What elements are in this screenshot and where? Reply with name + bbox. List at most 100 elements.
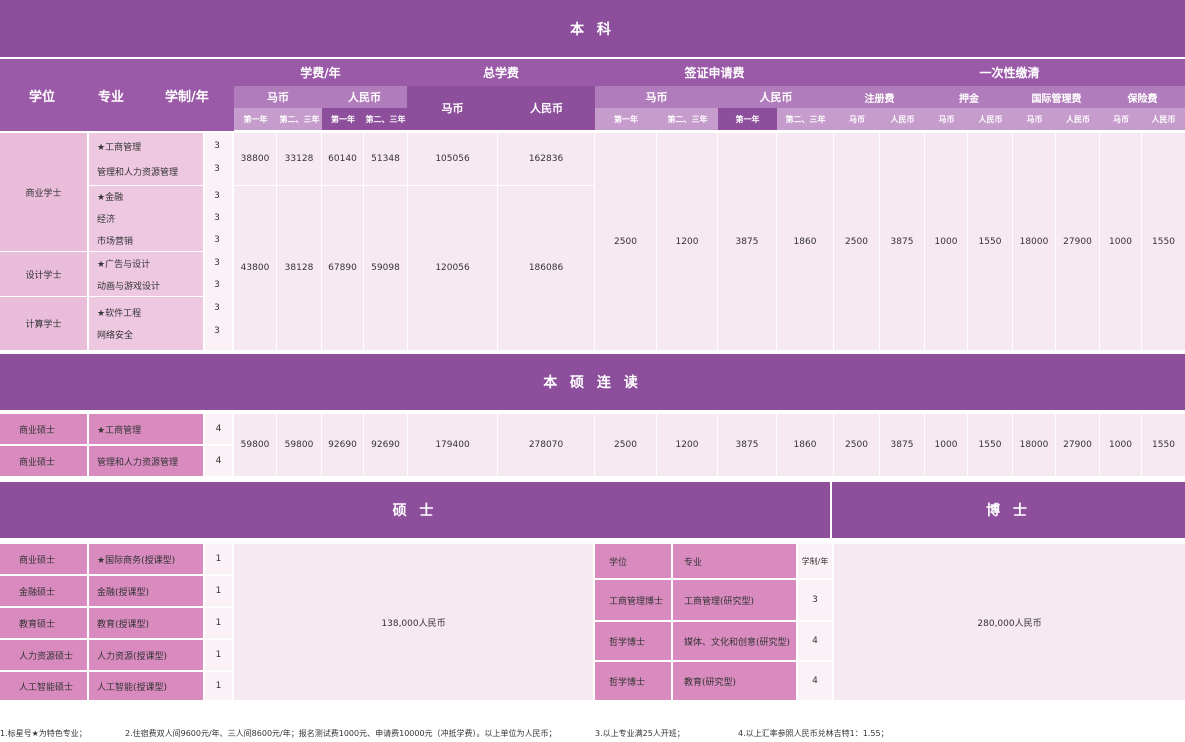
header-deposit: 押金: [925, 86, 1013, 108]
header-tuition: 学费/年: [234, 59, 407, 86]
combined-fee-3: 1860: [777, 414, 833, 476]
undergrad-duration-4: 3: [214, 235, 220, 245]
undergrad-a-myr-y23: 33128: [277, 133, 321, 185]
header-total-rmb: 人民币: [498, 86, 595, 130]
master-major-2: 教育(授课型): [89, 608, 203, 638]
phd-major-1: 媒体、文化和创意(研究型): [673, 622, 796, 660]
header-duration: 学制/年: [165, 89, 209, 105]
combined-major-0: ★工商管理: [89, 414, 203, 444]
master-duration-2: 1: [205, 608, 232, 638]
undergrad-major-4: 市场营销: [97, 236, 134, 247]
undergrad-duration-2: 3: [214, 191, 220, 201]
undergrad-fee-4: 2500: [834, 133, 879, 350]
undergrad-major-6: 动画与游戏设计: [97, 281, 161, 292]
combined-rmb-y1: 92690: [322, 414, 363, 476]
undergrad-degree-0: 商业学士: [0, 133, 87, 251]
phd-duration-0: 3: [798, 580, 832, 620]
undergrad-duration-5: 3: [214, 258, 220, 268]
master-degree-4: 人工智能硕士: [0, 672, 87, 700]
master-major-0: ★国际商务(授课型): [89, 544, 203, 574]
combined-total-rmb: 278070: [498, 414, 594, 476]
combined-fee-10: 1000: [1100, 414, 1141, 476]
undergrad-b-total-myr: 120056: [408, 186, 497, 350]
note-4: 4.以上汇率参照人民币兑林吉特1：1.55；: [738, 729, 889, 738]
combined-fee-7: 1550: [968, 414, 1012, 476]
undergrad-fee-7: 1550: [968, 133, 1012, 350]
combined-fee-2: 3875: [718, 414, 776, 476]
combined-fee-6: 1000: [925, 414, 967, 476]
combined-degree-0: 商业硕士: [0, 414, 87, 444]
header-tuition-rmb-y23: 第二、三年: [364, 108, 407, 130]
header-reg-myr: 马币: [834, 108, 880, 130]
combined-fee-11: 1550: [1142, 414, 1185, 476]
undergrad-a-rmb-y23: 51348: [364, 133, 407, 185]
phd-duration-2: 4: [798, 662, 832, 700]
header-tuition-rmb: 人民币: [322, 86, 407, 108]
undergrad-degree-2: 计算学士: [0, 297, 87, 350]
undergrad-major-1: 管理和人力资源管理: [97, 167, 179, 178]
master-degree-3: 人力资源硕士: [0, 640, 87, 670]
master-major-3: 人力资源(授课型): [89, 640, 203, 670]
undergrad-fee-3: 1860: [777, 133, 833, 350]
header-tuition-myr-y23: 第二、三年: [277, 108, 322, 130]
undergrad-duration-6: 3: [214, 280, 220, 290]
phd-major-2: 教育(研究型): [673, 662, 796, 700]
combined-fee-0: 2500: [595, 414, 656, 476]
phd-degree-2: 哲学博士: [595, 662, 671, 700]
undergrad-b-myr-y23: 38128: [277, 186, 321, 350]
master-duration-1: 1: [205, 576, 232, 606]
undergrad-a-myr-y1: 38800: [234, 133, 276, 185]
combined-duration-0: 4: [205, 414, 232, 444]
phd-col-duration: 学制/年: [798, 544, 832, 578]
note-1: 1.标星号★为特色专业；: [0, 729, 87, 738]
header-visa-rmb-y1: 第一年: [718, 108, 777, 130]
header-admin-myr: 马币: [1013, 108, 1056, 130]
undergrad-a-total-myr: 105056: [408, 133, 497, 185]
combined-fee-1: 1200: [657, 414, 717, 476]
section-title-combined: 本 硕 连 读: [0, 354, 1185, 410]
undergrad-fee-1: 1200: [657, 133, 717, 350]
header-visa-myr: 马币: [595, 86, 718, 108]
undergrad-major-2: ★金融: [97, 192, 124, 203]
undergrad-a-total-rmb: 162836: [498, 133, 594, 185]
header-deposit-rmb: 人民币: [968, 108, 1013, 130]
undergrad-fee-6: 1000: [925, 133, 967, 350]
phd-major-0: 工商管理(研究型): [673, 580, 796, 620]
phd-col-degree: 学位: [595, 544, 671, 578]
undergrad-major-7: ★软件工程: [97, 308, 142, 319]
combined-fee-4: 2500: [834, 414, 879, 476]
header-registration: 注册费: [834, 86, 925, 108]
master-degree-2: 教育硕士: [0, 608, 87, 638]
header-reg-rmb: 人民币: [880, 108, 925, 130]
master-price: 138,000人民币: [234, 544, 593, 700]
undergrad-fee-5: 3875: [880, 133, 924, 350]
master-duration-4: 1: [205, 672, 232, 700]
header-tuition-myr: 马币: [234, 86, 322, 108]
master-major-1: 金融(授课型): [89, 576, 203, 606]
header-deposit-myr: 马币: [925, 108, 968, 130]
header-ins-rmb: 人民币: [1142, 108, 1185, 130]
combined-rmb-y23: 92690: [364, 414, 407, 476]
header-degree: 学位: [29, 89, 56, 105]
header-total-tuition: 总学费: [407, 59, 595, 86]
undergrad-b-myr-y1: 43800: [234, 186, 276, 350]
undergrad-fee-11: 1550: [1142, 133, 1185, 350]
header-visa-myr-y23: 第二、三年: [657, 108, 718, 130]
header-insurance: 保险费: [1100, 86, 1185, 108]
master-duration-3: 1: [205, 640, 232, 670]
master-duration-0: 1: [205, 544, 232, 574]
header-ins-myr: 马币: [1100, 108, 1142, 130]
phd-price: 280,000人民币: [834, 544, 1185, 700]
undergrad-duration-8: 3: [214, 326, 220, 336]
section-title-master: 硕 士: [0, 482, 830, 538]
combined-degree-1: 商业硕士: [0, 446, 87, 476]
master-degree-1: 金融硕士: [0, 576, 87, 606]
combined-total-myr: 179400: [408, 414, 497, 476]
undergrad-major-3: 经济: [97, 214, 116, 225]
combined-fee-9: 27900: [1056, 414, 1099, 476]
undergrad-major-8: 网络安全: [97, 330, 134, 341]
undergrad-fee-0: 2500: [595, 133, 656, 350]
combined-duration-1: 4: [205, 446, 232, 476]
undergrad-b-rmb-y23: 59098: [364, 186, 407, 350]
phd-degree-1: 哲学博士: [595, 622, 671, 660]
